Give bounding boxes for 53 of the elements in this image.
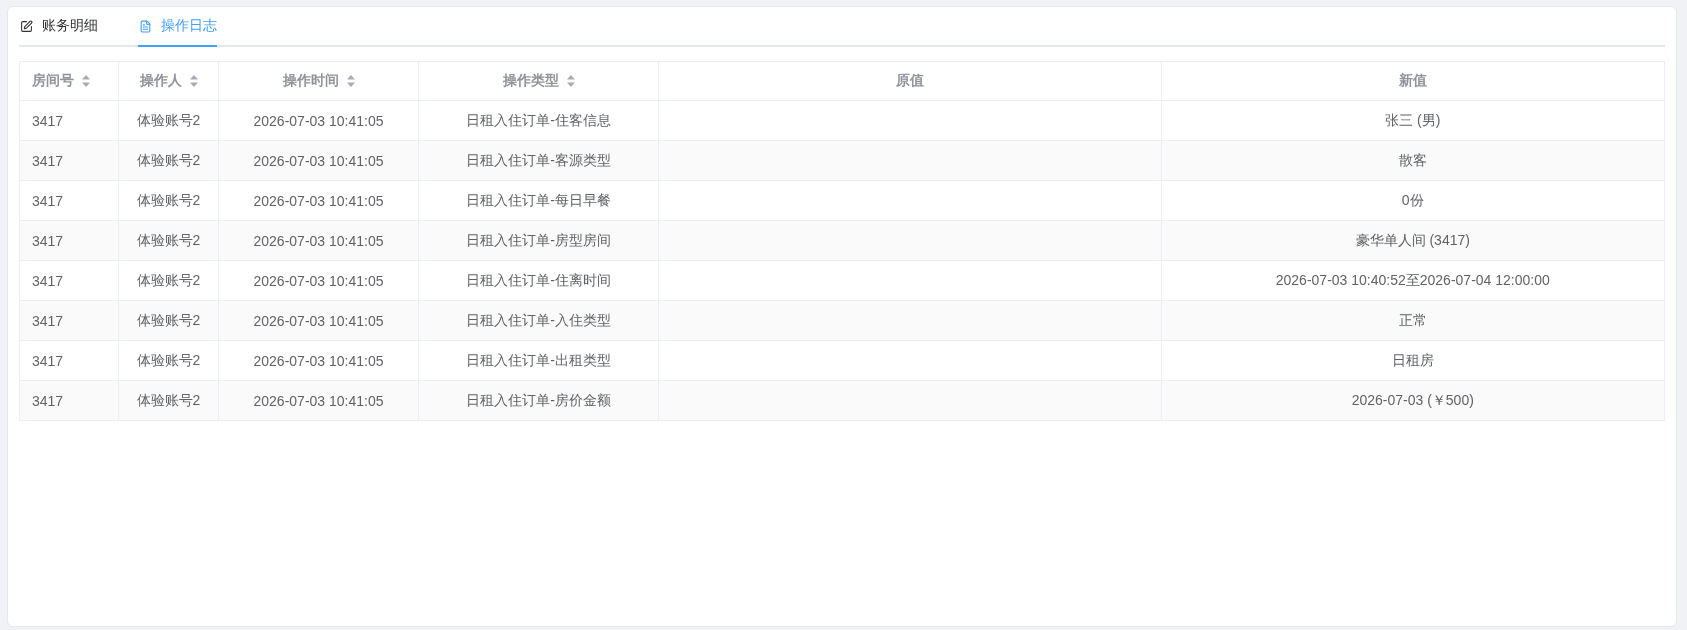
table-cell: 2026-07-03 (￥500): [1351, 391, 1474, 410]
table-cell: 体验账号2: [136, 351, 201, 370]
table-cell: 2026-07-03 10:41:05: [253, 192, 384, 209]
table-cell: 2026-07-03 10:41:05: [253, 312, 384, 329]
table-cell: 3417: [32, 272, 64, 289]
table-cell: 日租入住订单-入住类型: [466, 311, 611, 330]
table-cell: 体验账号2: [136, 311, 201, 330]
table-cell: 正常: [1398, 311, 1427, 330]
table-cell: 张三 (男): [1385, 111, 1441, 130]
column-header: 新值: [1398, 72, 1427, 90]
column-header: 房间号: [32, 72, 74, 90]
sort-icon[interactable]: [566, 75, 575, 87]
table-cell: 日租入住订单-每日早餐: [466, 191, 611, 210]
table-cell: 散客: [1398, 151, 1427, 170]
edit-icon: [20, 19, 33, 33]
table-cell: 日租入住订单-房型房间: [466, 231, 611, 250]
table-cell: 3417: [32, 312, 64, 329]
table-cell: 2026-07-03 10:41:05: [253, 392, 384, 409]
table-cell: 日租入住订单-客源类型: [466, 151, 611, 170]
table-cell: 体验账号2: [136, 271, 201, 290]
table-cell: 3417: [32, 232, 64, 249]
column-header: 原值: [895, 72, 924, 90]
column-header: 操作时间: [282, 72, 339, 90]
table-cell: 0份: [1401, 191, 1424, 210]
table-cell: 3417: [32, 192, 64, 209]
document-icon: [139, 19, 152, 33]
table-cell: 日租房: [1391, 351, 1434, 370]
table-cell: 2026-07-03 10:41:05: [253, 112, 384, 129]
table-cell: 2026-07-03 10:41:05: [253, 232, 384, 249]
table-cell: 体验账号2: [136, 151, 201, 170]
table-cell: 2026-07-03 10:41:05: [253, 152, 384, 169]
table-cell: 3417: [32, 392, 64, 409]
sort-icon[interactable]: [346, 75, 355, 87]
column-header: 操作人: [139, 72, 182, 90]
table-cell: 2026-07-03 10:41:05: [253, 352, 384, 369]
table-cell: 3417: [32, 352, 64, 369]
table-cell: 体验账号2: [136, 391, 201, 410]
table-cell: 豪华单人间 (3417): [1355, 231, 1470, 250]
table-cell: 2026-07-03 10:40:52至2026-07-04 12:00:00: [1275, 271, 1550, 290]
sort-icon[interactable]: [82, 75, 90, 87]
tab[interactable]: 账务明细: [19, 7, 98, 47]
table-cell: 日租入住订单-住客信息: [466, 111, 611, 130]
table-cell: 3417: [32, 152, 64, 169]
table-cell: 日租入住订单-房价金额: [466, 391, 611, 410]
table-cell: 日租入住订单-出租类型: [466, 351, 611, 370]
sort-icon[interactable]: [189, 75, 198, 87]
table-cell: 体验账号2: [136, 191, 201, 210]
table-cell: 体验账号2: [136, 111, 201, 130]
table-cell: 日租入住订单-住离时间: [466, 271, 611, 290]
column-header: 操作类型: [502, 72, 559, 90]
table-cell: 3417: [32, 112, 64, 129]
table-cell: 2026-07-03 10:41:05: [253, 272, 384, 289]
table-cell: 体验账号2: [136, 231, 201, 250]
